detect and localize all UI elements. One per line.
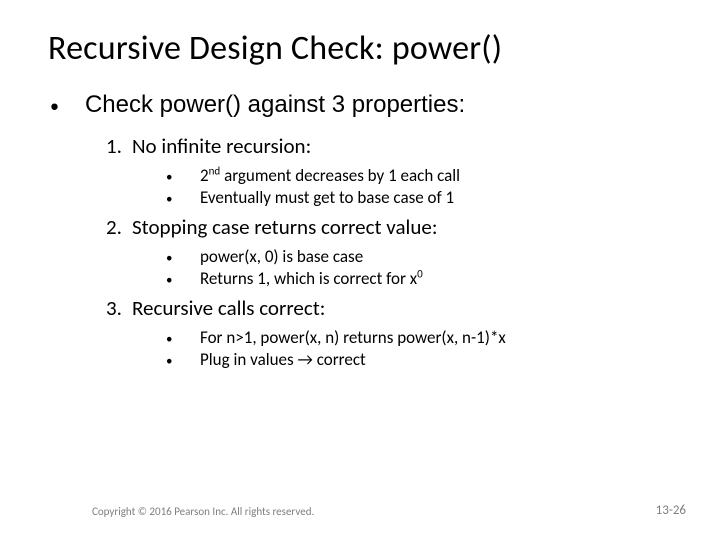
sub-item: • power(x, 0) is base case	[166, 246, 680, 267]
item-number: 1.	[106, 133, 132, 159]
item-number: 2.	[106, 214, 132, 240]
sub-item: • For n>1, power(x, n) returns power(x, …	[166, 327, 680, 348]
main-bullet-text: Check power() against 3 properties:	[85, 91, 465, 119]
slide-title: Recursive Design Check: power()	[48, 28, 680, 69]
sub-text: 2nd argument decreases by 1 each call	[200, 165, 460, 186]
numbered-row: 2. Stopping case returns correct value:	[106, 214, 680, 240]
bullet-icon: •	[50, 96, 59, 118]
sub-text: For n>1, power(x, n) returns power(x, n-…	[200, 327, 506, 348]
sub-list: • For n>1, power(x, n) returns power(x, …	[166, 327, 680, 370]
copyright-text: Copyright © 2016 Pearson Inc. All rights…	[92, 505, 314, 518]
slide: Recursive Design Check: power() • Check …	[0, 0, 720, 370]
sub-item: • Returns 1, which is correct for x0	[166, 268, 680, 289]
item-label: Stopping case returns correct value:	[132, 214, 437, 240]
item-label: Recursive calls correct:	[132, 295, 325, 321]
sub-text: power(x, 0) is base case	[200, 246, 363, 267]
sub-text: Eventually must get to base case of 1	[200, 187, 454, 208]
slide-number: 13-26	[656, 503, 686, 518]
bullet-icon: •	[166, 273, 200, 288]
sub-item: • Plug in values → correct	[166, 349, 680, 370]
sub-text: Plug in values → correct	[200, 349, 366, 370]
sub-list: • 2nd argument decreases by 1 each call …	[166, 165, 680, 208]
numbered-row: 3. Recursive calls correct:	[106, 295, 680, 321]
sub-item: • Eventually must get to base case of 1	[166, 187, 680, 208]
item-label: No infinite recursion:	[132, 133, 311, 159]
numbered-row: 1. No infinite recursion:	[106, 133, 680, 159]
numbered-item: 3. Recursive calls correct:	[106, 295, 680, 321]
sub-text: Returns 1, which is correct for x0	[200, 268, 423, 289]
sub-item: • 2nd argument decreases by 1 each call	[166, 165, 680, 186]
numbered-item: 2. Stopping case returns correct value:	[106, 214, 680, 240]
bullet-icon: •	[166, 192, 200, 207]
bullet-icon: •	[166, 332, 200, 347]
item-number: 3.	[106, 295, 132, 321]
sub-list: • power(x, 0) is base case • Returns 1, …	[166, 246, 680, 289]
bullet-icon: •	[166, 354, 200, 369]
main-bullet-row: • Check power() against 3 properties:	[50, 91, 680, 119]
numbered-item: 1. No infinite recursion:	[106, 133, 680, 159]
bullet-icon: •	[166, 251, 200, 266]
bullet-icon: •	[166, 170, 200, 185]
